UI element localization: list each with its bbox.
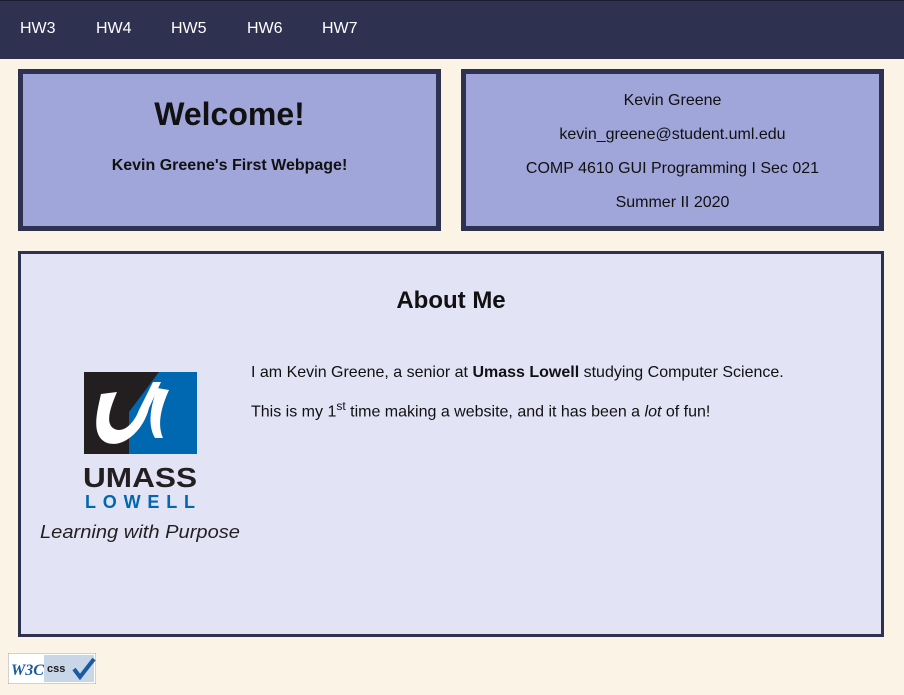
- nav-link-hw7[interactable]: HW7: [322, 20, 358, 38]
- about-line-2-sup: st: [336, 399, 346, 413]
- about-line-1-end: studying Computer Science.: [579, 364, 784, 381]
- info-email: kevin_greene@student.uml.edu: [559, 126, 786, 143]
- info-term: Summer II 2020: [615, 194, 730, 211]
- about-line-2-mid: time making a website, and it has been a: [345, 403, 645, 421]
- about-heading: About Me: [396, 287, 506, 314]
- nav-link-hw5[interactable]: HW5: [171, 20, 207, 38]
- about-box: About Me UMASS LOWELL Learning with Purp…: [18, 251, 884, 637]
- w3c-css-badge[interactable]: W3C css: [8, 653, 96, 684]
- logo-word-lowell: LOWELL: [85, 492, 195, 512]
- welcome-subtitle: Kevin Greene's First Webpage!: [111, 157, 348, 174]
- w3c-css-text: css: [47, 663, 65, 675]
- nav-link-hw4[interactable]: HW4: [96, 20, 132, 38]
- welcome-title: Welcome!: [154, 96, 305, 132]
- logo-word-umass: UMASS: [83, 462, 197, 493]
- nav-link-hw3[interactable]: HW3: [20, 20, 56, 38]
- about-line-2: This is my 1st time making a website, an…: [251, 399, 710, 421]
- info-box: Kevin Greene kevin_greene@student.uml.ed…: [461, 69, 884, 231]
- w3c-logo-text: W3C: [11, 662, 44, 679]
- about-line-2-end: of fun!: [661, 403, 711, 421]
- about-line-1-text: I am Kevin Greene, a senior at: [251, 364, 473, 381]
- nav-link-hw6[interactable]: HW6: [247, 20, 283, 38]
- top-nav: HW3 HW4 HW5 HW6 HW7: [0, 0, 904, 59]
- info-name: Kevin Greene: [623, 92, 722, 109]
- about-line-2-text: This is my 1: [251, 403, 337, 421]
- logo-tagline: Learning with Purpose: [40, 522, 240, 542]
- about-line-2-italic: lot: [644, 403, 662, 421]
- welcome-box: Welcome! Kevin Greene's First Webpage!: [18, 69, 441, 231]
- about-line-1: I am Kevin Greene, a senior at Umass Low…: [251, 364, 784, 382]
- umass-lowell-logo: UMASS LOWELL Learning with Purpose: [40, 372, 240, 542]
- info-course: COMP 4610 GUI Programming I Sec 021: [525, 160, 820, 177]
- about-school-name: Umass Lowell: [472, 364, 580, 381]
